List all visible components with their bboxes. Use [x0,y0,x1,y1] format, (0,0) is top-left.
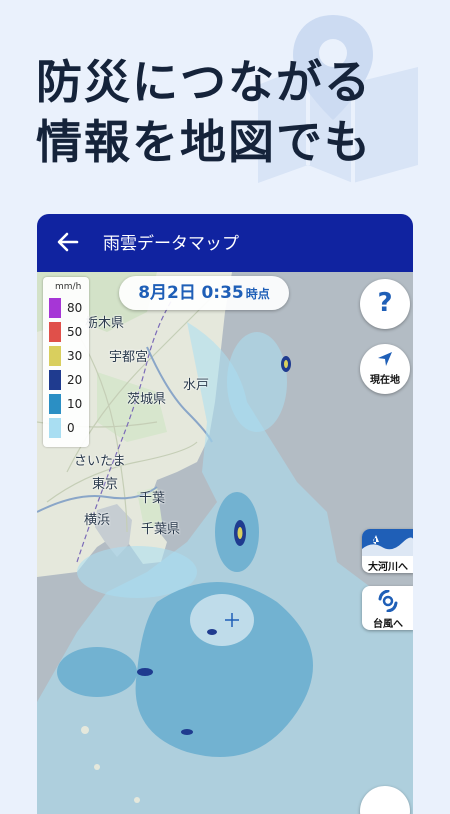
headline-line1: 防災につながる [36,55,372,109]
legend-item: 10 [49,394,87,414]
map-label-tokyo: 東京 [92,477,119,492]
rain-radar-map[interactable] [37,272,413,814]
back-arrow-icon[interactable] [55,228,81,256]
time-date: 8月2日 [138,283,196,303]
river-icon [362,529,413,556]
map-label-yokohama: 横浜 [84,513,111,528]
legend-item: 0 [49,418,87,438]
phone-screen: 雨雲データマップ 栃木県 宇都宮 水戸 茨城県 さいたま 東京 千葉 横浜 千葉… [37,214,413,814]
legend-unit: mm/h [55,282,82,292]
legend-swatch [49,322,61,342]
time-unit: 時点 [245,287,270,301]
legend-swatch [49,418,61,438]
legend-item: 50 [49,322,87,342]
headline: 防災につながる 情報を地図でも [36,52,372,172]
map-label-chiba-city: 千葉 [139,491,166,506]
current-location-button[interactable]: 現在地 [360,344,410,394]
legend-item: 80 [49,298,87,318]
legend-value: 0 [67,421,75,435]
map-label-mito: 水戸 [183,378,210,393]
typhoon-label: 台風へ [373,619,403,630]
location-arrow-icon [378,352,392,366]
legend-value: 30 [67,349,83,363]
legend-swatch [49,370,61,390]
rivers-button[interactable]: 大河川へ [362,529,413,573]
rain-legend: mm/h 80 50 30 20 10 0 [43,277,89,447]
typhoon-button[interactable]: 台風へ [362,586,413,630]
map-label-tochigi: 栃木県 [85,316,125,331]
map-label-chiba-pref: 千葉県 [141,522,181,537]
legend-swatch [49,298,61,318]
time-clock: 0:35 [201,283,244,303]
map-label-saitama: さいたま [74,454,126,469]
current-location-label: 現在地 [370,375,400,386]
app-bar: 雨雲データマップ [37,214,413,272]
legend-item: 20 [49,370,87,390]
app-title: 雨雲データマップ [103,234,239,254]
legend-value: 10 [67,397,83,411]
legend-swatch [49,346,61,366]
help-button[interactable]: ? [360,279,410,329]
legend-value: 20 [67,373,83,387]
legend-value: 80 [67,301,83,315]
headline-line2: 情報を地図でも [36,115,372,169]
rivers-label: 大河川へ [368,562,408,573]
legend-value: 50 [67,325,83,339]
legend-item: 30 [49,346,87,366]
help-icon: ? [377,288,393,318]
map-label-utsunomiya: 宇都宮 [109,350,149,365]
typhoon-icon [378,590,398,612]
legend-swatch [49,394,61,414]
observation-time-pill[interactable]: 8月2日 0:35 時点 [119,276,289,310]
map-label-ibaraki: 茨城県 [127,392,167,407]
